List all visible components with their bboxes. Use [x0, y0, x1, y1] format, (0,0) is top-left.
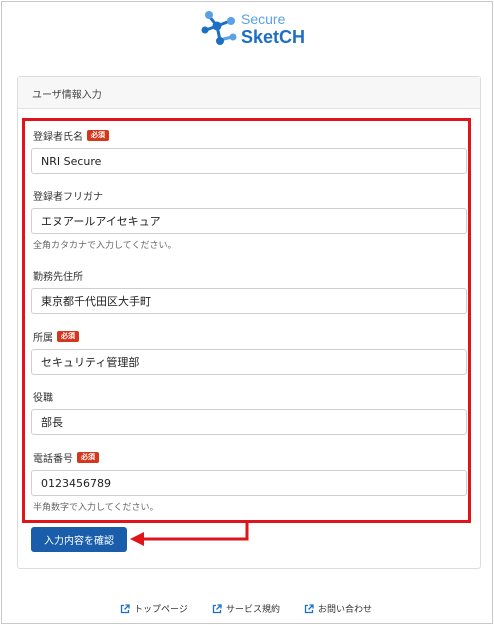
- phone-label: 電話番号 必須: [33, 450, 99, 465]
- furigana-label: 登録者フリガナ: [33, 188, 103, 203]
- required-badge: 必須: [87, 130, 109, 141]
- required-badge: 必須: [57, 331, 79, 342]
- footer-link-terms[interactable]: サービス規約: [212, 602, 280, 615]
- company-address-input[interactable]: [31, 288, 467, 314]
- name-label-text: 登録者氏名: [33, 132, 83, 143]
- department-label: 所属 必須: [33, 329, 79, 344]
- footer-link-contact[interactable]: お問い合わせ: [304, 602, 372, 615]
- external-link-icon: [212, 603, 222, 613]
- furigana-hint: 全角カタカナで入力してください。: [33, 241, 177, 251]
- position-input[interactable]: [31, 409, 467, 435]
- footer-link-contact-text: お問い合わせ: [318, 605, 373, 615]
- secure-sketch-logo: Secure SketCH: [200, 10, 310, 50]
- logo-text-sketch: SketCH: [241, 27, 306, 47]
- name-input[interactable]: [31, 148, 467, 174]
- logo-text-secure: Secure: [241, 11, 286, 27]
- molecule-logo-icon: [201, 11, 237, 45]
- position-label-text: 役職: [33, 393, 53, 404]
- footer-link-top-page-text: トップページ: [134, 605, 188, 615]
- phone-hint: 半角数字で入力してください。: [33, 503, 159, 513]
- name-label: 登録者氏名 必須: [33, 128, 109, 143]
- company-address-label: 勤務先住所: [33, 268, 83, 283]
- external-link-icon: [304, 603, 314, 613]
- required-badge: 必須: [77, 452, 99, 463]
- phone-input[interactable]: [31, 470, 467, 496]
- footer-link-top-page[interactable]: トップページ: [120, 602, 188, 615]
- confirm-input-button[interactable]: 入力内容を確認: [31, 527, 127, 552]
- position-label: 役職: [33, 389, 53, 404]
- company-address-label-text: 勤務先住所: [33, 272, 83, 283]
- department-input[interactable]: [31, 349, 467, 375]
- card-header: ユーザ情報入力: [18, 77, 480, 109]
- external-link-icon: [120, 603, 130, 613]
- furigana-label-text: 登録者フリガナ: [33, 192, 103, 203]
- department-label-text: 所属: [33, 333, 53, 344]
- furigana-input[interactable]: [31, 208, 467, 234]
- card-title: ユーザ情報入力: [32, 90, 102, 101]
- footer-link-terms-text: サービス規約: [226, 605, 281, 615]
- phone-label-text: 電話番号: [33, 454, 73, 465]
